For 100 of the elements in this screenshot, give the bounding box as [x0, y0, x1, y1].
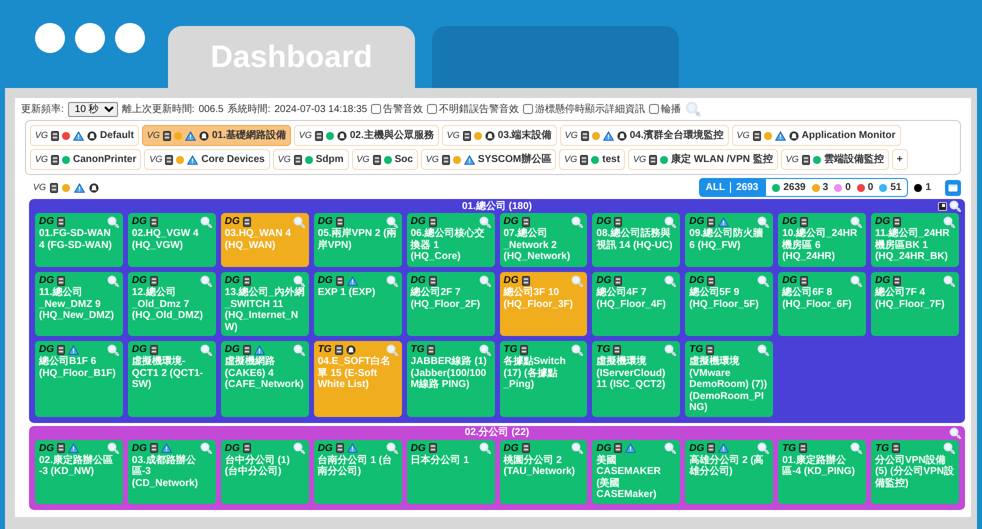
panel-button[interactable]: [945, 180, 961, 196]
device-card[interactable]: DG 02.康定路辦公區 -3 (KD_NW): [35, 440, 123, 504]
view-group-tab[interactable]: VG 01.基礎網路設備: [142, 125, 291, 146]
device-card[interactable]: DG 01.FG-SD-WAN 4 (FG-SD-WAN): [35, 213, 123, 267]
device-card[interactable]: DG 台中分公司 (1) (台中分公司): [220, 440, 309, 504]
device-type: DG: [224, 343, 240, 356]
search-icon: [850, 274, 862, 286]
search-icon: [106, 442, 119, 454]
refresh-label: 更新頻率:: [21, 102, 64, 116]
device-type: DG: [39, 215, 54, 229]
device-card[interactable]: DG EXP 1 (EXP): [314, 272, 402, 336]
device-card[interactable]: DG 總公司4F 7 (HQ_Floor_4F): [592, 272, 680, 336]
view-group-tab[interactable]: VG 02.主機與公眾服務: [294, 125, 439, 146]
server-icon: [707, 443, 716, 453]
device-card[interactable]: DG 05.兩岸VPN 2 (兩岸VPN): [314, 213, 402, 267]
view-group-tab[interactable]: VG 康定 WLAN /VPN 監控: [628, 149, 778, 170]
view-group-tab[interactable]: VG test: [559, 149, 626, 170]
server-icon: [799, 443, 808, 453]
view-group-tab[interactable]: VG 雲端設備監控: [780, 149, 889, 170]
device-card[interactable]: DG 03.HQ_WAN 4 (HQ_WAN): [220, 213, 309, 267]
device-card[interactable]: DG 06.總公司核心交換器 1 (HQ_Core): [406, 213, 494, 267]
view-group-tab[interactable]: VG Core Devices: [144, 149, 270, 170]
server-icon: [57, 443, 65, 453]
device-name: 虛擬機環境(VMware DemoRoom) (7)) (DemoRoom_PING): [689, 356, 768, 414]
device-card[interactable]: DG 總公司B1F 6 (HQ_Floor_B1F): [35, 341, 123, 416]
view-group-tab[interactable]: VG CanonPrinter: [30, 149, 142, 170]
device-card[interactable]: DG 09.總公司防火牆 6 (HQ_FW): [685, 213, 774, 267]
device-card[interactable]: DG 13.總公司_內外網_SWITCH 11 (HQ_Internet_NW): [220, 272, 309, 336]
server-icon: [752, 130, 761, 140]
search-icon: [200, 274, 212, 286]
view-group-tag: VG: [33, 180, 46, 194]
view-group-tab[interactable]: VG Application Monitor: [732, 125, 901, 146]
device-card[interactable]: TG JABBER線路 (1) (Jabber(100/100M線路 PING): [406, 341, 494, 416]
device-type: DG: [132, 274, 147, 286]
search-icon: [757, 344, 770, 356]
device-card[interactable]: DG 台南分公司 1 (台南分公司): [314, 440, 402, 504]
device-name: 虛擬機環境(IServerCloud) 11 (ISC_QCT2): [596, 356, 666, 390]
device-card[interactable]: DG 07.總公司_Network 2 (HQ_Network): [500, 213, 588, 267]
device-card[interactable]: DG 虛擬機網路(CAKE6) 4 (CAFE_Network): [220, 341, 309, 416]
device-card[interactable]: DG 總公司7F 4 (HQ_Floor_7F): [871, 272, 959, 336]
option-label: 告警音效: [383, 102, 424, 116]
server-icon: [428, 276, 437, 286]
device-name: 虛擬機網路(CAKE6) 4 (CAFE_Network): [224, 356, 305, 390]
device-card[interactable]: DG 12.總公司_Old_Dmz 7 (HQ_Old_DMZ): [128, 272, 216, 336]
server-icon: [707, 276, 716, 286]
device-card[interactable]: TG 01.康定路辦公區-4 (KD_PING): [778, 440, 866, 504]
server-icon: [242, 344, 251, 354]
server-icon: [150, 216, 158, 226]
device-name: 總公司3F 10 (HQ_Floor_3F): [504, 287, 574, 310]
status-count: 0: [868, 181, 874, 195]
server-icon: [802, 154, 810, 164]
device-card[interactable]: DG 桃園分公司 2 (TAU_Network): [500, 440, 588, 504]
device-card[interactable]: DG 美國CASEMAKER (美國CASEMaker): [592, 440, 680, 504]
server-icon: [706, 344, 714, 354]
device-card[interactable]: DG 11.總公司_New_DMZ 9 (HQ_New_DMZ): [35, 272, 123, 336]
device-card[interactable]: DG 10.總公司_24HR機房區 6 (HQ_24HR): [778, 213, 866, 267]
device-type: DG: [224, 215, 240, 229]
device-card[interactable]: DG 03.成都路辦公區-3 (CD_Network): [128, 440, 216, 504]
device-card[interactable]: DG 11.總公司_24HR機房區BK 1 (HQ_24HR_BK): [871, 213, 959, 267]
server-icon: [893, 216, 902, 226]
device-name: EXP 1 (EXP): [318, 287, 376, 298]
device-card[interactable]: TG 04.E_SOFT白名單 15 (E-Soft White List): [314, 341, 402, 416]
device-card[interactable]: TG 各據點Switch (17) (各據點_Ping): [500, 341, 588, 416]
server-icon: [613, 344, 622, 354]
device-card[interactable]: DG 02.HQ_VGW 4 (HQ_VGW): [128, 213, 216, 267]
device-card[interactable]: DG 日本分公司 1: [406, 440, 494, 504]
device-card[interactable]: DG 08.總公司話務與視訊 14 (HQ-UC): [592, 213, 680, 267]
search-icon: [949, 200, 961, 212]
refresh-select[interactable]: 10 秒: [68, 102, 118, 116]
search-icon: [478, 344, 490, 356]
device-type: DG: [132, 215, 147, 229]
search-icon: [386, 442, 398, 454]
device-name: 05.兩岸VPN 2 (兩岸VPN): [318, 228, 398, 251]
device-card[interactable]: TG 虛擬機環境(IServerCloud) 11 (ISC_QCT2): [592, 341, 680, 416]
add-button[interactable]: +: [892, 149, 908, 170]
view-group-tab[interactable]: VG Soc: [352, 149, 418, 170]
device-card[interactable]: DG 高雄分公司 2 (高雄分公司): [685, 440, 774, 504]
view-group-tab[interactable]: VG 04.濱群全台環境監控: [560, 125, 729, 146]
option-checkbox[interactable]: [427, 104, 438, 114]
view-group-tab[interactable]: VG 03.端末設備: [442, 125, 557, 146]
device-card[interactable]: DG 虛擬機環境-QCT1 2 (QCT1-SW): [128, 341, 216, 416]
server-icon: [428, 443, 437, 453]
window-dot: [115, 23, 145, 53]
server-icon: [580, 154, 588, 164]
server-icon: [520, 344, 528, 354]
view-group-tab[interactable]: VG Sdpm: [272, 149, 349, 170]
option-label: 游標懸停時顯示詳細資訊: [535, 102, 646, 116]
server-icon: [57, 216, 65, 226]
device-card[interactable]: DG 總公司5F 9 (HQ_Floor_5F): [685, 272, 774, 336]
device-card[interactable]: DG 總公司6F 8 (HQ_Floor_6F): [778, 272, 866, 336]
view-group-tab[interactable]: VG SYSCOM辦公區: [420, 149, 556, 170]
device-card[interactable]: DG 總公司3F 10 (HQ_Floor_3F): [500, 272, 588, 336]
device-card[interactable]: TG 分公司VPN設備 (5) (分公司VPN設備監控): [871, 440, 959, 504]
device-card[interactable]: TG 虛擬機環境(VMware DemoRoom) (7)) (DemoRoom_PING): [685, 341, 774, 416]
status-count: 3: [822, 181, 828, 195]
option-checkbox[interactable]: [523, 104, 534, 114]
view-group-tab[interactable]: VG Default: [30, 125, 139, 146]
option-checkbox[interactable]: [649, 104, 660, 114]
option-checkbox[interactable]: [371, 104, 382, 114]
device-card[interactable]: DG 總公司2F 7 (HQ_Floor_2F): [406, 272, 494, 336]
